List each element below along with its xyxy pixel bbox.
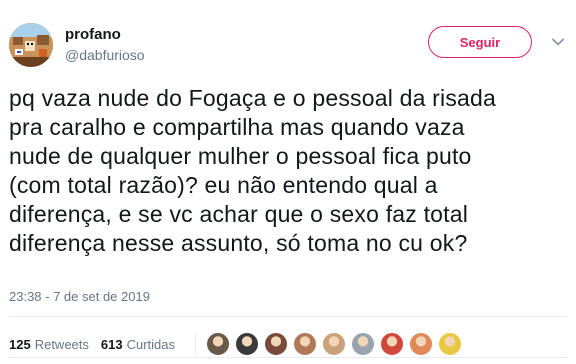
- liker-avatar-3[interactable]: [264, 332, 289, 356]
- user-handle[interactable]: @dabfurioso: [65, 47, 145, 63]
- liker-avatars: [206, 332, 467, 356]
- liker-avatar-5[interactable]: [322, 332, 347, 356]
- retweets-label[interactable]: Retweets: [35, 337, 89, 352]
- liker-avatar-6[interactable]: [351, 332, 376, 356]
- divider: [9, 316, 567, 317]
- liker-avatar-4[interactable]: [293, 332, 318, 356]
- engagement-stats: 125 Retweets 613 Curtidas: [9, 332, 467, 356]
- liker-avatar-9[interactable]: [438, 332, 463, 356]
- liker-avatar-1[interactable]: [206, 332, 231, 356]
- retweets-count[interactable]: 125: [9, 337, 31, 352]
- liker-avatar-2[interactable]: [235, 332, 260, 356]
- follow-button[interactable]: Seguir: [428, 26, 532, 58]
- profile-avatar[interactable]: [9, 23, 53, 67]
- tweet-timestamp[interactable]: 23:38 - 7 de set de 2019: [9, 289, 150, 304]
- liker-avatar-7[interactable]: [380, 332, 405, 356]
- likes-count[interactable]: 613: [101, 337, 123, 352]
- divider: [9, 357, 567, 358]
- tweet-card: profano @dabfurioso Seguir pq vaza nude …: [0, 0, 576, 364]
- likes-label[interactable]: Curtidas: [127, 337, 175, 352]
- display-name[interactable]: profano: [65, 26, 121, 43]
- liker-avatar-8[interactable]: [409, 332, 434, 356]
- tweet-text: pq vaza nude do Fogaça e o pessoal da ri…: [9, 85, 497, 256]
- chevron-down-icon[interactable]: [551, 35, 565, 49]
- stats-separator: [195, 333, 197, 355]
- pixel-art-avatar-icon: [9, 23, 53, 67]
